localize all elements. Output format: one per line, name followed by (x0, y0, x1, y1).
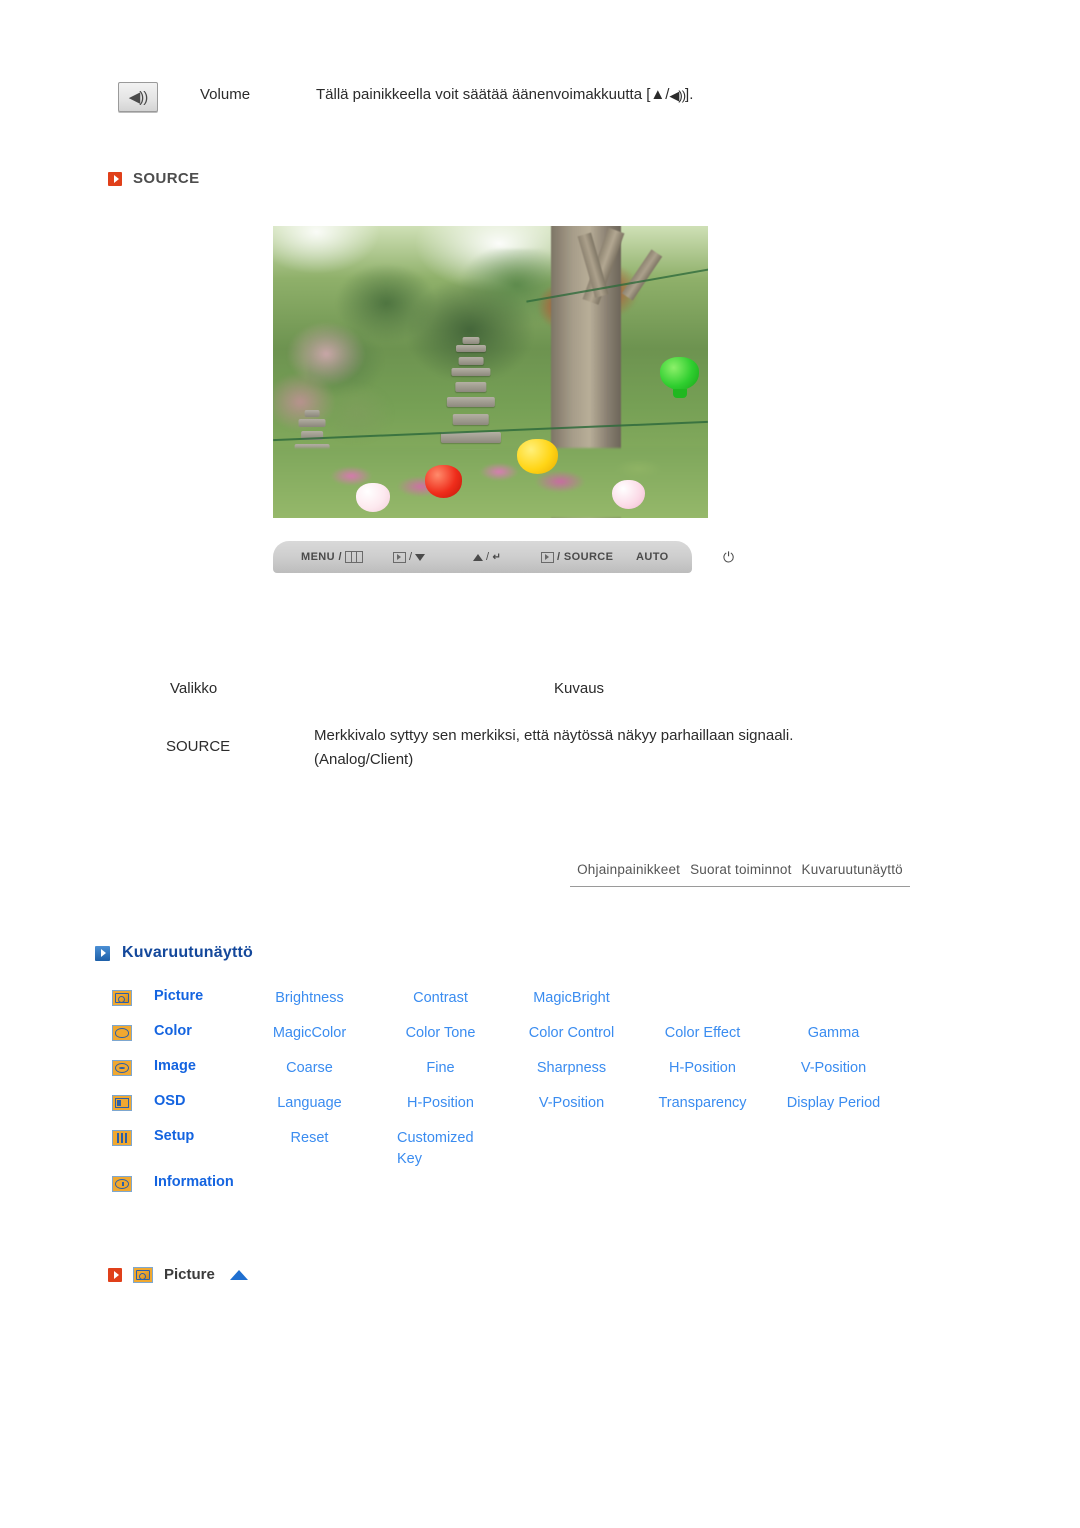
osd-row-color: Color MagicColor Color Tone Color Contro… (112, 1023, 1012, 1058)
auto-button[interactable]: AUTO (636, 551, 669, 563)
row-description-line-1: Merkkivalo syttyy sen merkiksi, että näy… (314, 727, 794, 744)
osd-item-color-tone[interactable]: Color Tone (375, 1023, 506, 1044)
osd-category-picture[interactable]: Picture (154, 988, 244, 1004)
osd-item-language[interactable]: Language (244, 1093, 375, 1114)
breadcrumb-item-suorat-toiminnot[interactable]: Suorat toiminnot (690, 862, 792, 877)
osd-row-setup: Setup Reset Customized Key (112, 1128, 1012, 1174)
setup-icon (112, 1130, 132, 1146)
picture-subsection-label: Picture (164, 1266, 215, 1283)
menu-button-label: MENU / (301, 551, 342, 563)
osd-category-image[interactable]: Image (154, 1058, 244, 1074)
osd-item-h-position[interactable]: H-Position (637, 1058, 768, 1079)
osd-item-h-position[interactable]: H-Position (375, 1093, 506, 1114)
osd-icon (112, 1095, 132, 1111)
osd-item-gamma[interactable]: Gamma (768, 1023, 899, 1044)
speaker-icon-inline: ◀)) (669, 88, 686, 103)
breadcrumb-item-kuvaruutunaytto[interactable]: Kuvaruutunäyttö (802, 862, 903, 877)
osd-category-information[interactable]: Information (154, 1174, 234, 1190)
osd-item-magicbright[interactable]: MagicBright (506, 988, 637, 1009)
row-description-line-2: (Analog/Client) (314, 751, 414, 768)
column-header-menu: Valikko (170, 680, 218, 697)
osd-item-coarse[interactable]: Coarse (244, 1058, 375, 1079)
flower-bed (273, 447, 708, 518)
breadcrumb-items: Ohjainpainikkeet Suorat toiminnot Kuvaru… (570, 862, 910, 877)
osd-item-customized-key[interactable]: Customized Key (375, 1128, 487, 1170)
lantern-green-icon (660, 357, 700, 399)
garden-photo (273, 226, 708, 518)
picture-icon (133, 1266, 153, 1283)
osd-section-heading: Kuvaruutunäyttö (95, 944, 253, 962)
picture-icon (112, 990, 132, 1006)
osd-grid-icon (344, 551, 363, 563)
up-return-button[interactable]: / ↵ (473, 551, 501, 563)
osd-category-setup[interactable]: Setup (154, 1128, 244, 1144)
row-description: Merkkivalo syttyy sen merkiksi, että näy… (314, 724, 934, 772)
return-icon: ↵ (492, 551, 502, 563)
osd-row-information: Information (112, 1174, 1012, 1209)
picture-subsection-heading: Picture (108, 1266, 248, 1283)
blue-arrow-icon (95, 945, 110, 961)
breadcrumb-item-ohjainpainikkeet[interactable]: Ohjainpainikkeet (577, 862, 680, 877)
table-header-row: Valikko Kuvaus (150, 680, 940, 724)
enter-icon (541, 551, 554, 563)
breadcrumb-divider (570, 886, 910, 887)
speaker-icon: ◀)) (128, 88, 149, 106)
osd-category-color[interactable]: Color (154, 1023, 244, 1039)
volume-key-button[interactable]: ◀)) (118, 82, 158, 112)
triangle-down-icon (415, 553, 426, 561)
source-heading-label: SOURCE (133, 170, 200, 187)
color-icon (112, 1025, 132, 1041)
source-description-table: Valikko Kuvaus SOURCE Merkkivalo syttyy … (150, 680, 940, 784)
monitor-control-bar: MENU / / / ↵ / SOURCE AUTO ⏻ (273, 541, 734, 573)
osd-item-reset[interactable]: Reset (244, 1128, 375, 1149)
triangle-up-icon (473, 553, 483, 561)
source-button[interactable]: / SOURCE (541, 551, 613, 563)
osd-item-v-position[interactable]: V-Position (768, 1058, 899, 1079)
source-section-heading: SOURCE (108, 170, 200, 187)
volume-description-text: Tällä painikkeella voit säätää äänenvoim… (316, 86, 670, 103)
power-button[interactable]: ⏻ (723, 549, 734, 566)
table-row: SOURCE Merkkivalo syttyy sen merkiksi, e… (150, 724, 940, 784)
enter-icon (393, 551, 406, 563)
breadcrumb: Ohjainpainikkeet Suorat toiminnot Kuvaru… (570, 862, 910, 887)
osd-item-color-control[interactable]: Color Control (506, 1023, 637, 1044)
osd-item-sharpness[interactable]: Sharpness (506, 1058, 637, 1079)
osd-row-image: Image Coarse Fine Sharpness H-Position V… (112, 1058, 1012, 1093)
volume-row: ◀)) Volume Tällä painikkeella voit säätä… (110, 82, 1010, 122)
osd-menu-table: Picture Brightness Contrast MagicBright … (112, 988, 1012, 1209)
source-button-label: / SOURCE (557, 551, 614, 563)
volume-description-tail: ]. (685, 86, 694, 103)
information-icon (112, 1176, 132, 1192)
blue-up-triangle-icon[interactable] (229, 1269, 248, 1280)
power-icon: ⏻ (723, 548, 735, 565)
row-menu-name: SOURCE (166, 738, 231, 755)
menu-button[interactable]: MENU / (301, 551, 363, 563)
orange-arrow-icon (108, 171, 122, 186)
osd-item-contrast[interactable]: Contrast (375, 988, 506, 1009)
auto-button-label: AUTO (636, 551, 669, 563)
osd-item-display-period[interactable]: Display Period (768, 1093, 899, 1114)
image-icon (112, 1060, 132, 1076)
osd-row-picture: Picture Brightness Contrast MagicBright (112, 988, 1012, 1023)
orange-arrow-icon (108, 1267, 122, 1282)
osd-row-osd: OSD Language H-Position V-Position Trans… (112, 1093, 1012, 1128)
osd-item-transparency[interactable]: Transparency (637, 1093, 768, 1114)
osd-category-osd[interactable]: OSD (154, 1093, 244, 1109)
column-header-description: Kuvaus (554, 680, 605, 697)
enter-down-button[interactable]: / (393, 551, 426, 563)
lantern-yellow-icon (516, 439, 558, 475)
volume-description: Tällä painikkeella voit säätää äänenvoim… (316, 86, 693, 104)
monitor-screen-photo (273, 226, 708, 518)
osd-item-fine[interactable]: Fine (375, 1058, 506, 1079)
osd-item-color-effect[interactable]: Color Effect (637, 1023, 768, 1044)
up-return-button-label: / (486, 551, 490, 563)
lantern-red-icon (425, 465, 463, 498)
osd-heading-label: Kuvaruutunäyttö (122, 944, 253, 961)
osd-item-v-position[interactable]: V-Position (506, 1093, 637, 1114)
osd-item-magiccolor[interactable]: MagicColor (244, 1023, 375, 1044)
enter-down-button-label: / (409, 551, 413, 563)
osd-item-brightness[interactable]: Brightness (244, 988, 375, 1009)
volume-label: Volume (200, 86, 251, 103)
